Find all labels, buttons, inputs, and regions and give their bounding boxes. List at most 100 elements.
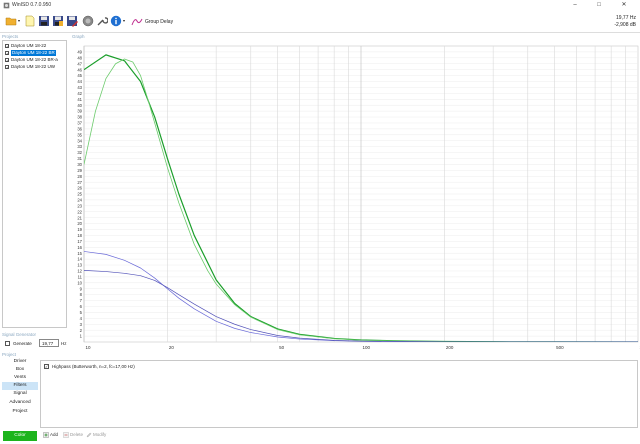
y-tick-label: 16 [77,245,82,250]
y-tick-label: 41 [77,97,82,102]
nav-item-advanced[interactable]: Advanced [2,399,38,407]
add-button[interactable]: Add [43,432,58,438]
nav-item-signal[interactable]: Signal [2,390,38,398]
x-tick-label: 20 [169,345,175,350]
y-tick-label: 2 [80,328,83,333]
close-icon[interactable]: ✕ [615,0,633,11]
project-checkbox[interactable]: ✓ [5,44,9,49]
generate-checkbox[interactable] [5,341,10,346]
project-checkbox[interactable]: ✓ [5,65,9,70]
y-tick-label: 7 [80,298,83,303]
project-label[interactable]: Dayton UM 18-22 BR [11,50,56,56]
y-tick-label: 35 [77,132,82,137]
graph-section-label: Graph [72,34,85,39]
open-dropdown-icon[interactable]: ▾ [18,18,22,23]
y-tick-label: 19 [77,227,82,232]
project-label[interactable]: Dayton UM 18-22 [11,43,46,49]
y-tick-label: 14 [77,257,82,262]
project-item[interactable]: ✓ Dayton UM 18-22 BR [4,50,66,56]
y-tick-label: 17 [77,239,82,244]
y-tick-label: 24 [77,198,82,203]
info-dropdown-icon[interactable]: ▾ [123,18,127,23]
y-tick-label: 34 [77,138,82,143]
generator-frequency-field[interactable]: 19,77 [39,339,59,347]
group-delay-icon[interactable] [131,15,143,27]
y-tick-label: 15 [77,251,82,256]
signal-generator: Generate 19,77 Hz [2,338,70,350]
modify-label: Modify [93,432,107,438]
add-icon [43,432,49,438]
y-tick-label: 40 [77,103,82,108]
save-all-icon[interactable] [52,15,64,27]
y-tick-label: 28 [77,174,82,179]
filter-label[interactable]: Highpass (Butterworth, n=2, fc=17,00 Hz) [52,364,135,369]
group-delay-label[interactable]: Group Delay [145,19,173,25]
nav-item-filters[interactable]: Filters [2,382,38,390]
y-tick-label: 26 [77,186,82,191]
y-tick-label: 31 [77,156,82,161]
nav-item-driver[interactable]: Driver [2,358,38,366]
delete-button[interactable]: Delete [63,432,83,438]
delete-icon [63,432,69,438]
projects-list[interactable]: ✓ Dayton UM 18-22 ✓ Dayton UM 18-22 BR ✓… [2,40,67,328]
y-tick-label: 10 [77,280,82,285]
signal-generator-section-label: Signal Generator [2,332,37,337]
y-tick-label: 6 [80,304,83,309]
x-tick-label: 10 [86,345,92,350]
y-tick-label: 4 [80,316,83,321]
graph-panel[interactable]: 1 2 3 4 5 6 7 8 9 10 11 12 13 14 15 16 17 18 19 20 21 22 23 24 2… [70,40,640,352]
modify-button[interactable]: Modify [86,432,106,438]
project-item[interactable]: ✓ Dayton UM 18-22 BR-a [4,57,66,63]
save-as-icon[interactable] [66,15,78,27]
y-tick-label: 13 [77,263,82,268]
y-tick-label: 45 [77,73,82,78]
add-label: Add [50,432,59,438]
save-icon[interactable] [38,15,50,27]
project-checkbox[interactable]: ✓ [5,51,9,56]
y-tick-label: 18 [77,233,82,238]
minimize-icon[interactable]: – [566,0,584,11]
wrench-icon[interactable] [96,15,108,27]
toolbar: ▾ ▾ Group Delay 19,77 Hz -2,908 dB [0,11,640,33]
generate-label[interactable]: Generate [13,341,32,346]
y-tick-label: 5 [80,310,83,315]
y-tick-label: 38 [77,115,82,120]
filter-checkbox[interactable]: ✓ [44,364,49,369]
nav-item-project[interactable]: Project [2,408,38,416]
project-section-label: Project [2,352,17,357]
bottom-bar: Color Add Delete Modify [0,429,640,444]
y-tick-label: 39 [77,109,82,114]
y-tick-label: 21 [77,215,82,220]
y-tick-label: 29 [77,168,82,173]
filters-list[interactable]: ✓ Highpass (Butterworth, n=2, fc=17,00 H… [40,360,638,428]
project-label[interactable]: Dayton UM 18-22 UW [11,64,55,70]
project-item[interactable]: ✓ Dayton UM 18-22 UW [4,64,66,70]
project-checkbox[interactable]: ✓ [5,58,9,63]
y-tick-label: 3 [80,322,83,327]
window-title: WinISD 0.7.0.950 [12,2,52,8]
maximize-icon[interactable]: □ [590,0,608,11]
level-readout: -2,908 dB [614,22,636,28]
y-tick-label: 12 [77,269,82,274]
pencil-icon [86,432,92,438]
y-tick-label: 48 [77,55,82,60]
y-tick-label: 32 [77,150,82,155]
y-tick-label: 49 [77,50,82,55]
project-label[interactable]: Dayton UM 18-22 BR-a [11,57,58,63]
frequency-response-chart[interactable]: 1234567891011121314151617181920212223242… [70,40,640,352]
color-button[interactable]: Color [3,431,37,441]
x-tick-label: 50 [279,345,285,350]
y-tick-label: 36 [77,126,82,131]
y-tick-label: 37 [77,121,82,126]
nav-item-box[interactable]: Box [2,366,38,374]
nav-item-vents[interactable]: Vents [2,374,38,382]
info-icon[interactable] [110,15,122,27]
open-folder-icon[interactable] [5,15,17,27]
driver-editor-icon[interactable] [82,15,94,27]
y-tick-label: 20 [77,221,82,226]
frequency-readout: 19,77 Hz [615,15,636,21]
new-file-icon[interactable] [24,15,36,27]
y-tick-label: 25 [77,192,82,197]
y-tick-label: 1 [80,334,83,339]
project-item[interactable]: ✓ Dayton UM 18-22 [4,43,66,49]
